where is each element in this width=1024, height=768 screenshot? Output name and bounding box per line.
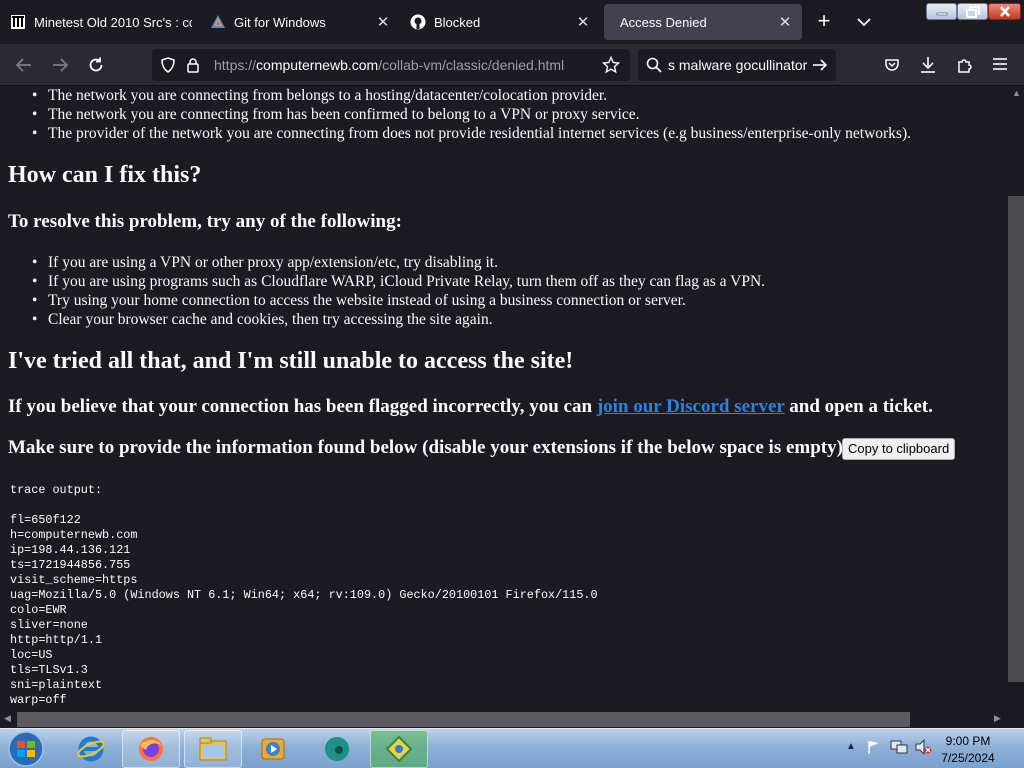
lock-icon[interactable] xyxy=(186,57,200,78)
search-icon xyxy=(646,57,662,78)
horizontal-scrollbar-thumb[interactable] xyxy=(17,712,910,727)
extensions-puzzle-icon[interactable] xyxy=(956,56,974,79)
tab-title: Minetest Old 2010 Src's : cc xyxy=(34,14,192,30)
list-item: If you are using a VPN or other proxy ap… xyxy=(32,253,765,272)
reasons-list: The network you are connecting from belo… xyxy=(32,86,911,143)
list-item: The provider of the network you are conn… xyxy=(32,124,911,143)
list-item: The network you are connecting from belo… xyxy=(32,86,911,105)
hamburger-menu-icon[interactable] xyxy=(992,57,1008,76)
copy-to-clipboard-button[interactable]: Copy to clipboard xyxy=(842,438,956,460)
close-window-button[interactable] xyxy=(988,3,1021,20)
list-item: Try using your home connection to access… xyxy=(32,291,765,310)
flagged-text-end: and open a ticket. xyxy=(784,396,933,417)
app-icon[interactable] xyxy=(370,730,428,768)
trace-output[interactable]: trace output: fl=650f122 h=computernewb.c… xyxy=(10,483,598,708)
url-text[interactable]: https://computernewb.com/collab-vm/class… xyxy=(214,57,564,73)
tab-blocked[interactable]: Blocked ✕ xyxy=(402,4,600,40)
search-go-arrow-icon[interactable] xyxy=(812,57,828,78)
trace-line: http=http/1.1 xyxy=(10,633,103,647)
close-icon[interactable]: ✕ xyxy=(374,13,392,31)
trace-line: sliver=none xyxy=(10,618,88,632)
list-item: If you are using programs such as Cloudf… xyxy=(32,272,765,291)
provide-info-text: Make sure to provide the information fou… xyxy=(8,437,850,458)
reload-button[interactable] xyxy=(82,52,110,78)
bookmark-star-icon[interactable] xyxy=(601,55,621,79)
archive-icon xyxy=(10,14,26,30)
clock-time[interactable]: 9:00 PM xyxy=(928,734,1008,748)
start-button[interactable] xyxy=(4,730,48,768)
git-icon xyxy=(210,14,226,30)
app-icon[interactable] xyxy=(308,730,366,768)
url-host: computernewb.com xyxy=(256,57,379,73)
back-button[interactable] xyxy=(10,52,38,78)
tab-strip: Minetest Old 2010 Src's : cc Git for Win… xyxy=(0,0,1024,44)
trace-title: trace output: xyxy=(10,483,103,497)
action-center-flag-icon[interactable] xyxy=(866,739,882,760)
search-bar[interactable]: s malware gocullinator xyxy=(638,49,836,81)
discord-link[interactable]: join our Discord server xyxy=(597,396,785,417)
media-player-icon[interactable] xyxy=(244,730,302,768)
search-input[interactable]: s malware gocullinator xyxy=(668,57,807,73)
trace-line: sni=plaintext xyxy=(10,678,103,692)
tab-title: Access Denied xyxy=(620,14,707,30)
pocket-icon[interactable] xyxy=(884,57,900,78)
fix-heading: How can I fix this? xyxy=(8,162,202,188)
tab-git-for-windows[interactable]: Git for Windows ✕ xyxy=(202,4,400,40)
trace-line: h=computernewb.com xyxy=(10,528,138,542)
clock-date[interactable]: 7/25/2024 xyxy=(928,751,1008,765)
github-icon xyxy=(410,14,426,30)
tracking-protection-shield-icon[interactable] xyxy=(160,57,176,78)
scroll-left-arrow-icon[interactable]: ◀ xyxy=(4,713,11,724)
close-icon[interactable]: ✕ xyxy=(574,13,592,31)
new-tab-button[interactable]: + xyxy=(812,10,836,34)
network-icon[interactable] xyxy=(890,739,908,760)
close-icon[interactable]: ✕ xyxy=(776,13,794,31)
trace-line: visit_scheme=https xyxy=(10,573,138,587)
internet-explorer-icon[interactable] xyxy=(62,730,120,768)
scroll-up-arrow-icon[interactable]: ▲ xyxy=(1012,88,1021,98)
tried-heading: I've tried all that, and I'm still unabl… xyxy=(8,348,574,374)
list-item: Clear your browser cache and cookies, th… xyxy=(32,310,765,329)
url-scheme: https:// xyxy=(214,57,257,73)
trace-line: colo=EWR xyxy=(10,603,67,617)
scroll-right-arrow-icon[interactable]: ▶ xyxy=(994,713,1001,724)
resolve-heading: To resolve this problem, try any of the … xyxy=(8,211,402,232)
page-content: The network you are connecting from belo… xyxy=(0,86,1008,711)
trace-line: uag=Mozilla/5.0 (Windows NT 6.1; Win64; … xyxy=(10,588,598,602)
trace-line: fl=650f122 xyxy=(10,513,81,527)
flagged-text: If you believe that your connection has … xyxy=(8,396,597,417)
trace-line: tls=TLSv1.3 xyxy=(10,663,88,677)
address-bar[interactable]: https://computernewb.com/collab-vm/class… xyxy=(152,49,630,81)
trace-line: warp=off xyxy=(10,693,67,707)
tab-access-denied[interactable]: Access Denied ✕ xyxy=(604,4,802,40)
show-hidden-icons-icon[interactable]: ▲ xyxy=(846,741,856,752)
restore-button[interactable] xyxy=(957,3,988,20)
tab-minetest[interactable]: Minetest Old 2010 Src's : cc xyxy=(2,4,200,40)
url-path: /collab-vm/classic/denied.html xyxy=(378,57,565,73)
tab-title: Git for Windows xyxy=(234,14,326,30)
minimize-button[interactable] xyxy=(926,3,957,20)
list-item: The network you are connecting from has … xyxy=(32,105,911,124)
downloads-icon[interactable] xyxy=(920,56,936,79)
tab-title: Blocked xyxy=(434,14,481,30)
trace-blank-line xyxy=(10,498,598,513)
firefox-icon[interactable] xyxy=(122,730,180,768)
list-all-tabs-button[interactable] xyxy=(852,12,876,32)
trace-line: ts=1721944856.755 xyxy=(10,558,131,572)
fixes-list: If you are using a VPN or other proxy ap… xyxy=(32,253,765,329)
file-explorer-icon[interactable] xyxy=(184,730,242,768)
trace-line: ip=198.44.136.121 xyxy=(10,543,131,557)
taskbar: ▲ 9:00 PM 7/25/2024 xyxy=(0,728,1024,768)
vertical-scrollbar-thumb[interactable] xyxy=(1008,196,1024,682)
flagged-paragraph: If you believe that your connection has … xyxy=(8,396,933,418)
trace-line: loc=US xyxy=(10,648,53,662)
forward-button[interactable] xyxy=(46,52,74,78)
navigation-toolbar: https://computernewb.com/collab-vm/class… xyxy=(0,44,1024,86)
